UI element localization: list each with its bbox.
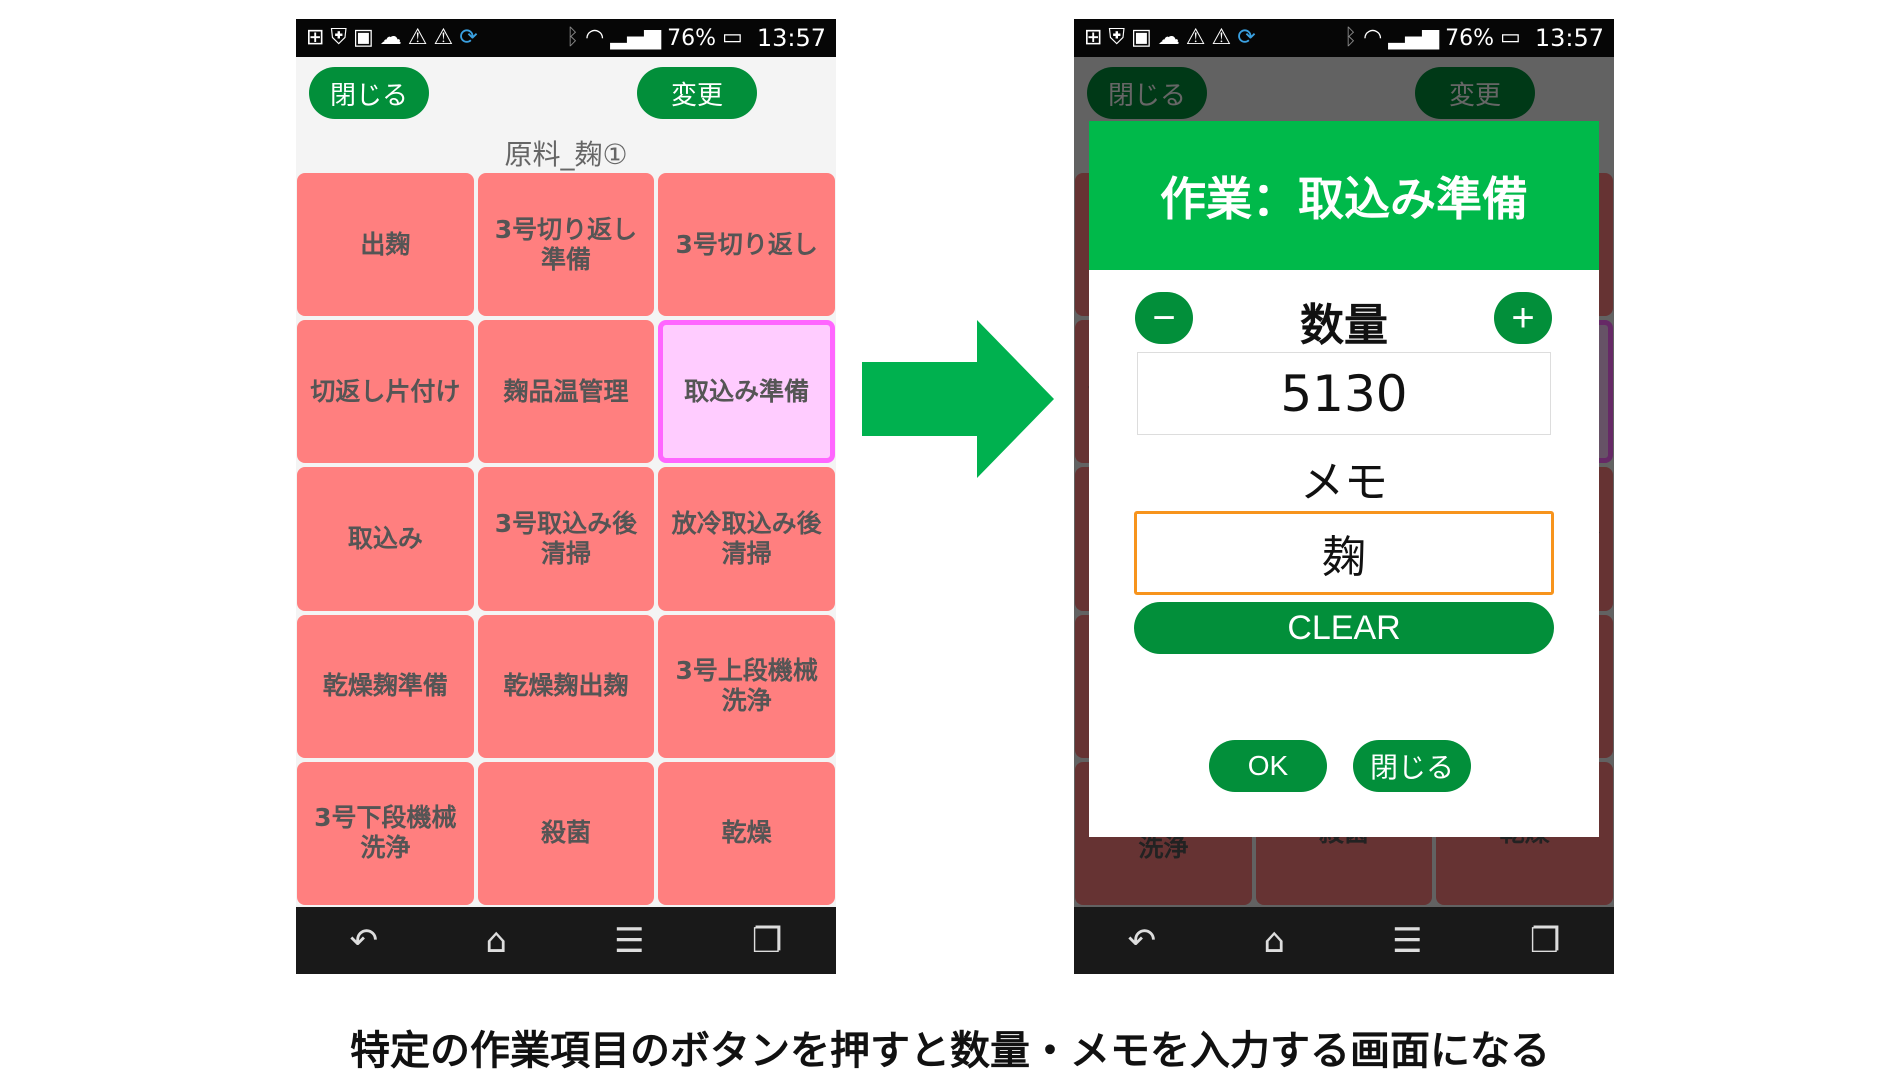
clock: 13:57	[1534, 24, 1604, 52]
task-button[interactable]: 乾燥麹準備	[297, 614, 474, 758]
task-button[interactable]: 3号取込み後 清掃	[477, 467, 655, 611]
back-icon[interactable]: ↶	[350, 921, 379, 961]
ok-button[interactable]: OK	[1209, 740, 1327, 792]
phone-screen-task-list: ⊞ ⛨ ▣ ☁ ⚠ ⚠ ⟳ ᛒ ◠ ▂▄▆ 76% ▭ 13:57 閉じる 変更…	[296, 19, 836, 974]
task-button[interactable]: 放冷取込み後 清掃	[658, 467, 835, 611]
task-button[interactable]: 乾燥	[658, 761, 835, 905]
shield-icon: ⛨	[1108, 25, 1125, 50]
battery-percent: 76%	[667, 25, 717, 51]
recent-apps-icon[interactable]: ❐	[752, 921, 782, 961]
increment-button[interactable]: +	[1494, 292, 1552, 344]
warning-icon: ⚠	[433, 25, 454, 50]
page-title: 原料_麹①	[504, 138, 628, 171]
add-icon: ⊞	[306, 25, 325, 50]
menu-icon[interactable]: ☰	[614, 921, 644, 961]
status-bar: ⊞ ⛨ ▣ ☁ ⚠ ⚠ ⟳ ᛒ ◠ ▂▄▆ 76% ▭ 13:57	[1074, 19, 1614, 57]
quantity-input[interactable]	[1137, 352, 1551, 435]
navigation-bar: ↶ ⌂ ☰ ❐	[1074, 907, 1614, 974]
task-button[interactable]: 切返し片付け	[297, 320, 474, 464]
task-button[interactable]: 3号下段機械 洗浄	[297, 761, 474, 905]
clock: 13:57	[756, 24, 826, 52]
task-button[interactable]: 出麹	[297, 173, 474, 317]
clear-button[interactable]: CLEAR	[1134, 602, 1554, 654]
bluetooth-icon: ᛒ	[1343, 25, 1358, 50]
home-icon[interactable]: ⌂	[1263, 921, 1285, 961]
task-button[interactable]: 乾燥麹出麹	[477, 614, 655, 758]
signal-icon: ▂▄▆	[610, 25, 662, 50]
wifi-icon: ◠	[585, 25, 605, 50]
task-button[interactable]: 麹品温管理	[477, 320, 655, 464]
warning-icon: ⚠	[1185, 25, 1206, 50]
caption: 特定の作業項目のボタンを押すと数量・メモを入力する画面になる	[350, 1028, 1550, 1074]
battery-icon: ▭	[1500, 25, 1521, 50]
recent-apps-icon[interactable]: ❐	[1530, 921, 1560, 961]
warning-icon: ⚠	[1211, 25, 1232, 50]
bluetooth-icon: ᛒ	[565, 25, 580, 50]
wifi-icon: ◠	[1363, 25, 1383, 50]
home-icon[interactable]: ⌂	[485, 921, 507, 961]
task-grid: 出麹3号切り返し 準備3号切り返し切返し片付け麹品温管理取込み準備取込み3号取込…	[296, 173, 836, 905]
menu-icon[interactable]: ☰	[1392, 921, 1422, 961]
arrow-right-icon	[862, 320, 1054, 478]
task-button[interactable]: 3号切り返し	[658, 173, 835, 317]
add-icon: ⊞	[1084, 25, 1103, 50]
memo-input[interactable]	[1134, 511, 1554, 595]
signal-icon: ▂▄▆	[1388, 25, 1440, 50]
dialog-title: 作業：取込み準備	[1089, 121, 1599, 270]
phone-screen-input-dialog: ⊞ ⛨ ▣ ☁ ⚠ ⚠ ⟳ ᛒ ◠ ▂▄▆ 76% ▭ 13:57 閉じる 変更…	[1074, 19, 1614, 974]
task-button[interactable]: 殺菌	[477, 761, 655, 905]
task-button[interactable]: 3号上段機械 洗浄	[658, 614, 835, 758]
task-button[interactable]: 取込み準備	[658, 320, 835, 464]
cloud-upload-icon: ☁	[379, 25, 402, 50]
dialog-close-button[interactable]: 閉じる	[1353, 740, 1471, 792]
task-button[interactable]: 3号切り返し 準備	[477, 173, 655, 317]
back-icon[interactable]: ↶	[1128, 921, 1157, 961]
battery-percent: 76%	[1445, 25, 1495, 51]
task-input-dialog: 作業：取込み準備 − 数量 + メモ CLEAR OK 閉じる	[1089, 121, 1599, 837]
status-bar: ⊞ ⛨ ▣ ☁ ⚠ ⚠ ⟳ ᛒ ◠ ▂▄▆ 76% ▭ 13:57	[296, 19, 836, 57]
warning-icon: ⚠	[407, 25, 428, 50]
memo-label: メモ	[1300, 457, 1388, 508]
navigation-bar: ↶ ⌂ ☰ ❐	[296, 907, 836, 974]
close-button[interactable]: 閉じる	[309, 67, 429, 119]
sync-icon: ⟳	[459, 25, 478, 50]
image-icon: ▣	[352, 25, 374, 50]
cloud-upload-icon: ☁	[1157, 25, 1180, 50]
shield-icon: ⛨	[330, 25, 347, 50]
battery-icon: ▭	[722, 25, 743, 50]
task-button[interactable]: 取込み	[297, 467, 474, 611]
sync-icon: ⟳	[1237, 25, 1256, 50]
image-icon: ▣	[1130, 25, 1152, 50]
change-button[interactable]: 変更	[637, 67, 757, 119]
